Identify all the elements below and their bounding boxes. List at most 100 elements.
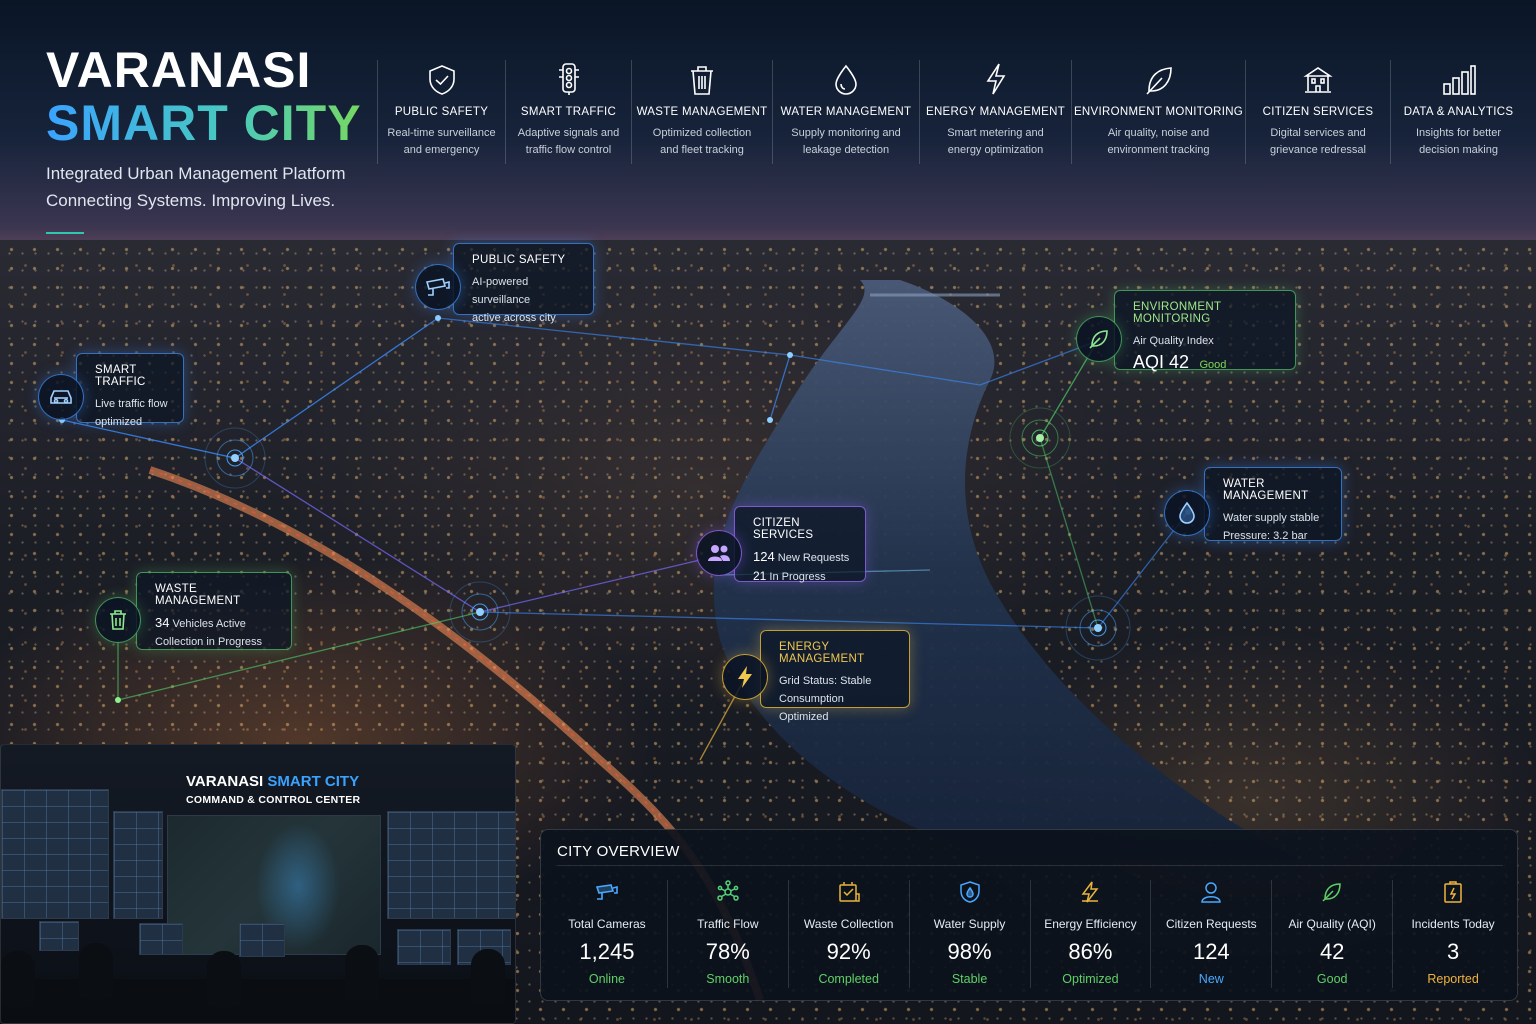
in-progress-label: In Progress <box>769 571 826 583</box>
stat-label: Incidents Today <box>1411 917 1495 931</box>
module-waste-management[interactable]: WASTE MANAGEMENT Optimized collection an… <box>631 60 772 164</box>
water-shield-icon <box>959 880 981 904</box>
trash-bin-icon[interactable] <box>95 597 141 643</box>
callout-line: active across city <box>472 312 556 324</box>
stat-label: Total Cameras <box>568 917 646 931</box>
callout-public-safety[interactable]: PUBLIC SAFETY AI-powered surveillance ac… <box>453 243 594 324</box>
brand-block: VARANASI SMART CITY Integrated Urban Man… <box>46 44 376 234</box>
callout-line: Pressure: 3.2 bar <box>1223 530 1308 542</box>
stat-value: 92% <box>826 939 871 964</box>
stat-value: 42 <box>1319 939 1345 964</box>
callout-line: Water supply stable <box>1223 512 1320 524</box>
command-center-subtitle: COMMAND & CONTROL CENTER <box>186 794 361 806</box>
callout-line: Grid Status: Stable <box>779 675 872 687</box>
tagline-line1: Integrated Urban Management Platform <box>46 164 346 183</box>
callout-line: Collection in Progress <box>155 636 262 648</box>
water-drop-icon <box>833 60 859 96</box>
aqi-readout: AQI 42 Good <box>1133 352 1281 373</box>
stat-status: Optimized <box>1062 972 1119 986</box>
callout-line: 34 Vehicles Active <box>155 614 277 633</box>
module-desc: Insights for better decision making <box>1416 127 1501 156</box>
overview-stats: Total Cameras 1,245 Online Traffic Flow … <box>547 880 1513 988</box>
bar-chart-icon <box>1442 60 1476 96</box>
callout-environment[interactable]: ENVIRONMENT MONITORING Air Quality Index… <box>1114 290 1296 373</box>
overview-title: CITY OVERVIEW <box>557 843 680 860</box>
operator-silhouette <box>471 949 505 1005</box>
callout-title: WASTE MANAGEMENT <box>155 583 241 607</box>
cctv-camera-icon <box>595 880 619 904</box>
stat-label: Energy Efficiency <box>1044 917 1137 931</box>
leaf-icon[interactable] <box>1076 316 1122 362</box>
stat-status: Good <box>1316 972 1348 986</box>
lightning-bolt-icon[interactable] <box>722 654 768 700</box>
module-public-safety[interactable]: PUBLIC SAFETY Real-time surveillance and… <box>377 60 505 164</box>
brand-title-line2: SMART CITY <box>46 96 376 150</box>
callout-title: ENERGY MANAGEMENT <box>779 641 865 665</box>
callout-water[interactable]: WATER MANAGEMENT Water supply stable Pre… <box>1204 467 1342 542</box>
stat-value: 124 <box>1192 939 1230 964</box>
aqi-value: AQI 42 <box>1133 352 1190 372</box>
module-title: ENERGY MANAGEMENT <box>925 106 1066 118</box>
module-smart-traffic[interactable]: SMART TRAFFIC Adaptive signals and traff… <box>505 60 631 164</box>
stat-value: 86% <box>1068 939 1113 964</box>
cc-title-accent: SMART CITY <box>267 773 360 790</box>
module-desc: Air quality, noise and environment track… <box>1107 127 1210 156</box>
brand-title-line1: VARANASI <box>46 42 312 98</box>
overview-divider <box>557 865 1503 866</box>
network-nodes-icon <box>716 880 740 904</box>
command-center-panel: VARANASI SMART CITY COMMAND & CONTROL CE… <box>0 744 516 1024</box>
cctv-camera-icon[interactable] <box>415 264 461 310</box>
car-icon[interactable] <box>38 374 84 420</box>
stat-waste-collection[interactable]: Waste Collection 92% Completed <box>787 880 909 988</box>
module-title: WATER MANAGEMENT <box>780 106 912 118</box>
callout-line: Live traffic flow <box>95 398 168 410</box>
callout-line: Consumption Optimized <box>779 693 844 723</box>
module-environment-monitoring[interactable]: ENVIRONMENT MONITORING Air quality, nois… <box>1071 60 1245 164</box>
monitor-3 <box>239 923 285 957</box>
module-title: CITIZEN SERVICES <box>1262 106 1374 118</box>
water-drop-icon[interactable] <box>1164 490 1210 536</box>
callout-title: CITIZEN SERVICES <box>753 517 814 541</box>
lightning-bolt-icon <box>984 60 1008 96</box>
vehicles-count: 34 <box>155 615 170 630</box>
callout-title: WATER MANAGEMENT <box>1223 478 1309 502</box>
module-title: WASTE MANAGEMENT <box>636 106 768 118</box>
command-center-title: VARANASI SMART CITY <box>186 773 359 790</box>
module-citizen-services[interactable]: CITIZEN SERVICES Digital services and gr… <box>1245 60 1390 164</box>
callout-line: optimized <box>95 416 143 428</box>
stat-total-cameras[interactable]: Total Cameras 1,245 Online <box>547 880 667 988</box>
lightning-bolt-icon <box>1079 880 1101 904</box>
stat-traffic-flow[interactable]: Traffic Flow 78% Smooth <box>666 880 788 988</box>
operator-silhouette <box>345 945 379 1001</box>
cctv-wall-left <box>1 789 109 919</box>
callout-citizen-services[interactable]: CITIZEN SERVICES 124 New Requests 21 In … <box>734 506 866 583</box>
waste-truck-icon <box>837 880 861 904</box>
callout-line: 124 New Requests <box>753 548 851 567</box>
stat-status: Online <box>588 972 625 986</box>
stat-water-supply[interactable]: Water Supply 98% Stable <box>908 880 1030 988</box>
stat-air-quality[interactable]: Air Quality (AQI) 42 Good <box>1271 880 1392 988</box>
module-desc: Adaptive signals and traffic flow contro… <box>517 127 620 156</box>
government-building-icon <box>1302 60 1334 96</box>
callout-title: SMART TRAFFIC <box>95 364 146 388</box>
callout-title: PUBLIC SAFETY <box>472 254 566 266</box>
stat-incidents-today[interactable]: Incidents Today 3 Reported <box>1392 880 1513 988</box>
module-title: PUBLIC SAFETY <box>394 106 489 118</box>
stat-status: Reported <box>1427 972 1479 986</box>
stat-label: Waste Collection <box>803 917 894 931</box>
user-icon <box>1200 880 1222 904</box>
callout-smart-traffic[interactable]: SMART TRAFFIC Live traffic flow optimize… <box>76 353 184 428</box>
stat-label: Traffic Flow <box>697 917 759 931</box>
users-icon[interactable] <box>696 530 742 576</box>
callout-waste[interactable]: WASTE MANAGEMENT 34 Vehicles Active Coll… <box>136 572 292 650</box>
module-water-management[interactable]: WATER MANAGEMENT Supply monitoring and l… <box>772 60 919 164</box>
stat-energy-efficiency[interactable]: Energy Efficiency 86% Optimized <box>1029 880 1151 988</box>
module-data-analytics[interactable]: DATA & ANALYTICS Insights for better dec… <box>1390 60 1526 164</box>
module-energy-management[interactable]: ENERGY MANAGEMENT Smart metering and ene… <box>919 60 1071 164</box>
stat-value: 3 <box>1446 939 1460 964</box>
stat-citizen-requests[interactable]: Citizen Requests 124 New <box>1150 880 1271 988</box>
brand-tagline: Integrated Urban Management Platform Con… <box>46 160 376 214</box>
stat-label: Air Quality (AQI) <box>1288 917 1376 931</box>
callout-energy[interactable]: ENERGY MANAGEMENT Grid Status: Stable Co… <box>760 630 910 723</box>
aqi-status: Good <box>1199 359 1227 371</box>
